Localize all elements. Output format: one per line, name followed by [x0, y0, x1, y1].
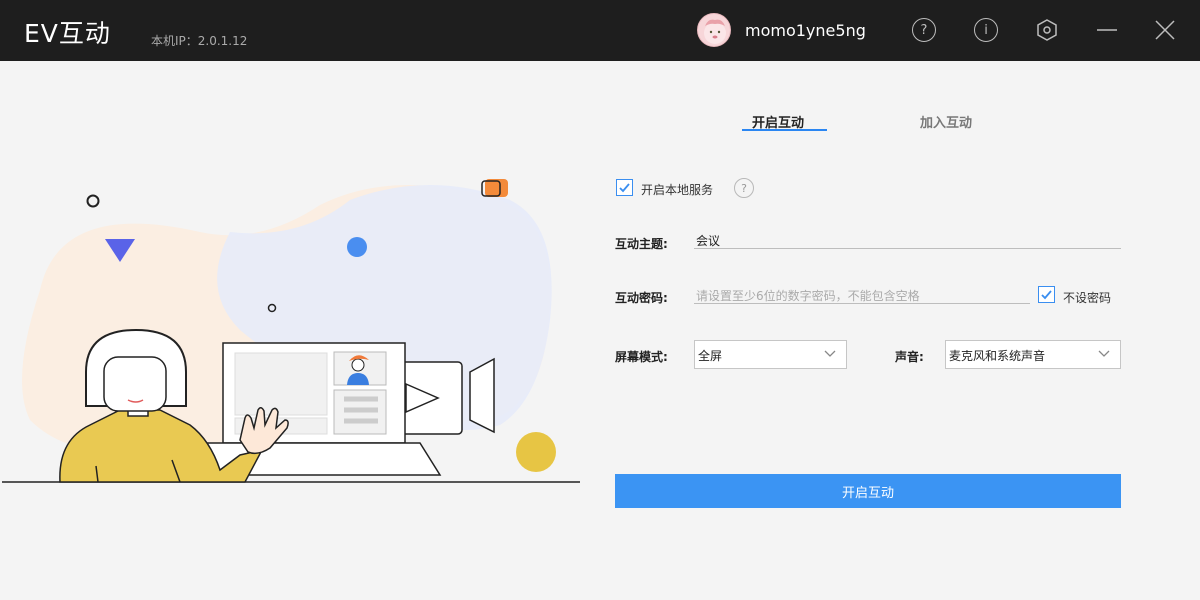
user-avatar[interactable] — [697, 13, 731, 47]
minimize-icon[interactable] — [1095, 18, 1119, 42]
start-interaction-button[interactable]: 开启互动 — [615, 474, 1121, 508]
topic-input[interactable]: 会议 — [694, 232, 1121, 249]
password-label: 互动密码: — [615, 291, 668, 305]
no-password-label: 不设密码 — [1063, 291, 1112, 305]
local-service-label: 开启本地服务 — [641, 183, 714, 197]
topic-label: 互动主题: — [615, 237, 668, 251]
password-input[interactable]: 请设置至少6位的数字密码，不能包含空格 — [694, 287, 1030, 304]
screen-mode-value: 全屏 — [698, 349, 723, 363]
sound-value: 麦克风和系统声音 — [949, 349, 1046, 363]
no-password-checkbox[interactable] — [1038, 286, 1055, 303]
sound-select[interactable]: 麦克风和系统声音 — [945, 340, 1121, 369]
screen-mode-select[interactable]: 全屏 — [694, 340, 847, 369]
tab-active-indicator — [742, 129, 827, 131]
decor-dot — [347, 237, 367, 257]
local-ip-label: 本机IP：2.0.1.12 — [151, 34, 248, 48]
sound-label: 声音: — [895, 350, 924, 364]
local-service-checkbox[interactable] — [616, 179, 633, 196]
hero-illustration — [2, 179, 580, 483]
tab-join-interaction[interactable]: 加入互动 — [920, 112, 972, 131]
decor-ring — [86, 194, 100, 208]
chevron-down-icon — [824, 350, 836, 357]
local-service-help-icon[interactable]: ? — [734, 178, 754, 198]
info-icon[interactable]: i — [974, 18, 998, 42]
app-title: EV互动 — [24, 19, 111, 48]
chevron-down-icon — [1098, 350, 1110, 357]
settings-hexagon-icon[interactable] — [1035, 18, 1059, 42]
close-icon[interactable] — [1153, 18, 1177, 42]
username[interactable]: momo1yne5ng — [745, 21, 866, 40]
screen-mode-label: 屏幕模式: — [615, 350, 668, 364]
title-bar: EV互动 本机IP：2.0.1.12 momo1yne5ng ? i — [0, 0, 1200, 61]
help-circle-icon[interactable]: ? — [912, 18, 936, 42]
